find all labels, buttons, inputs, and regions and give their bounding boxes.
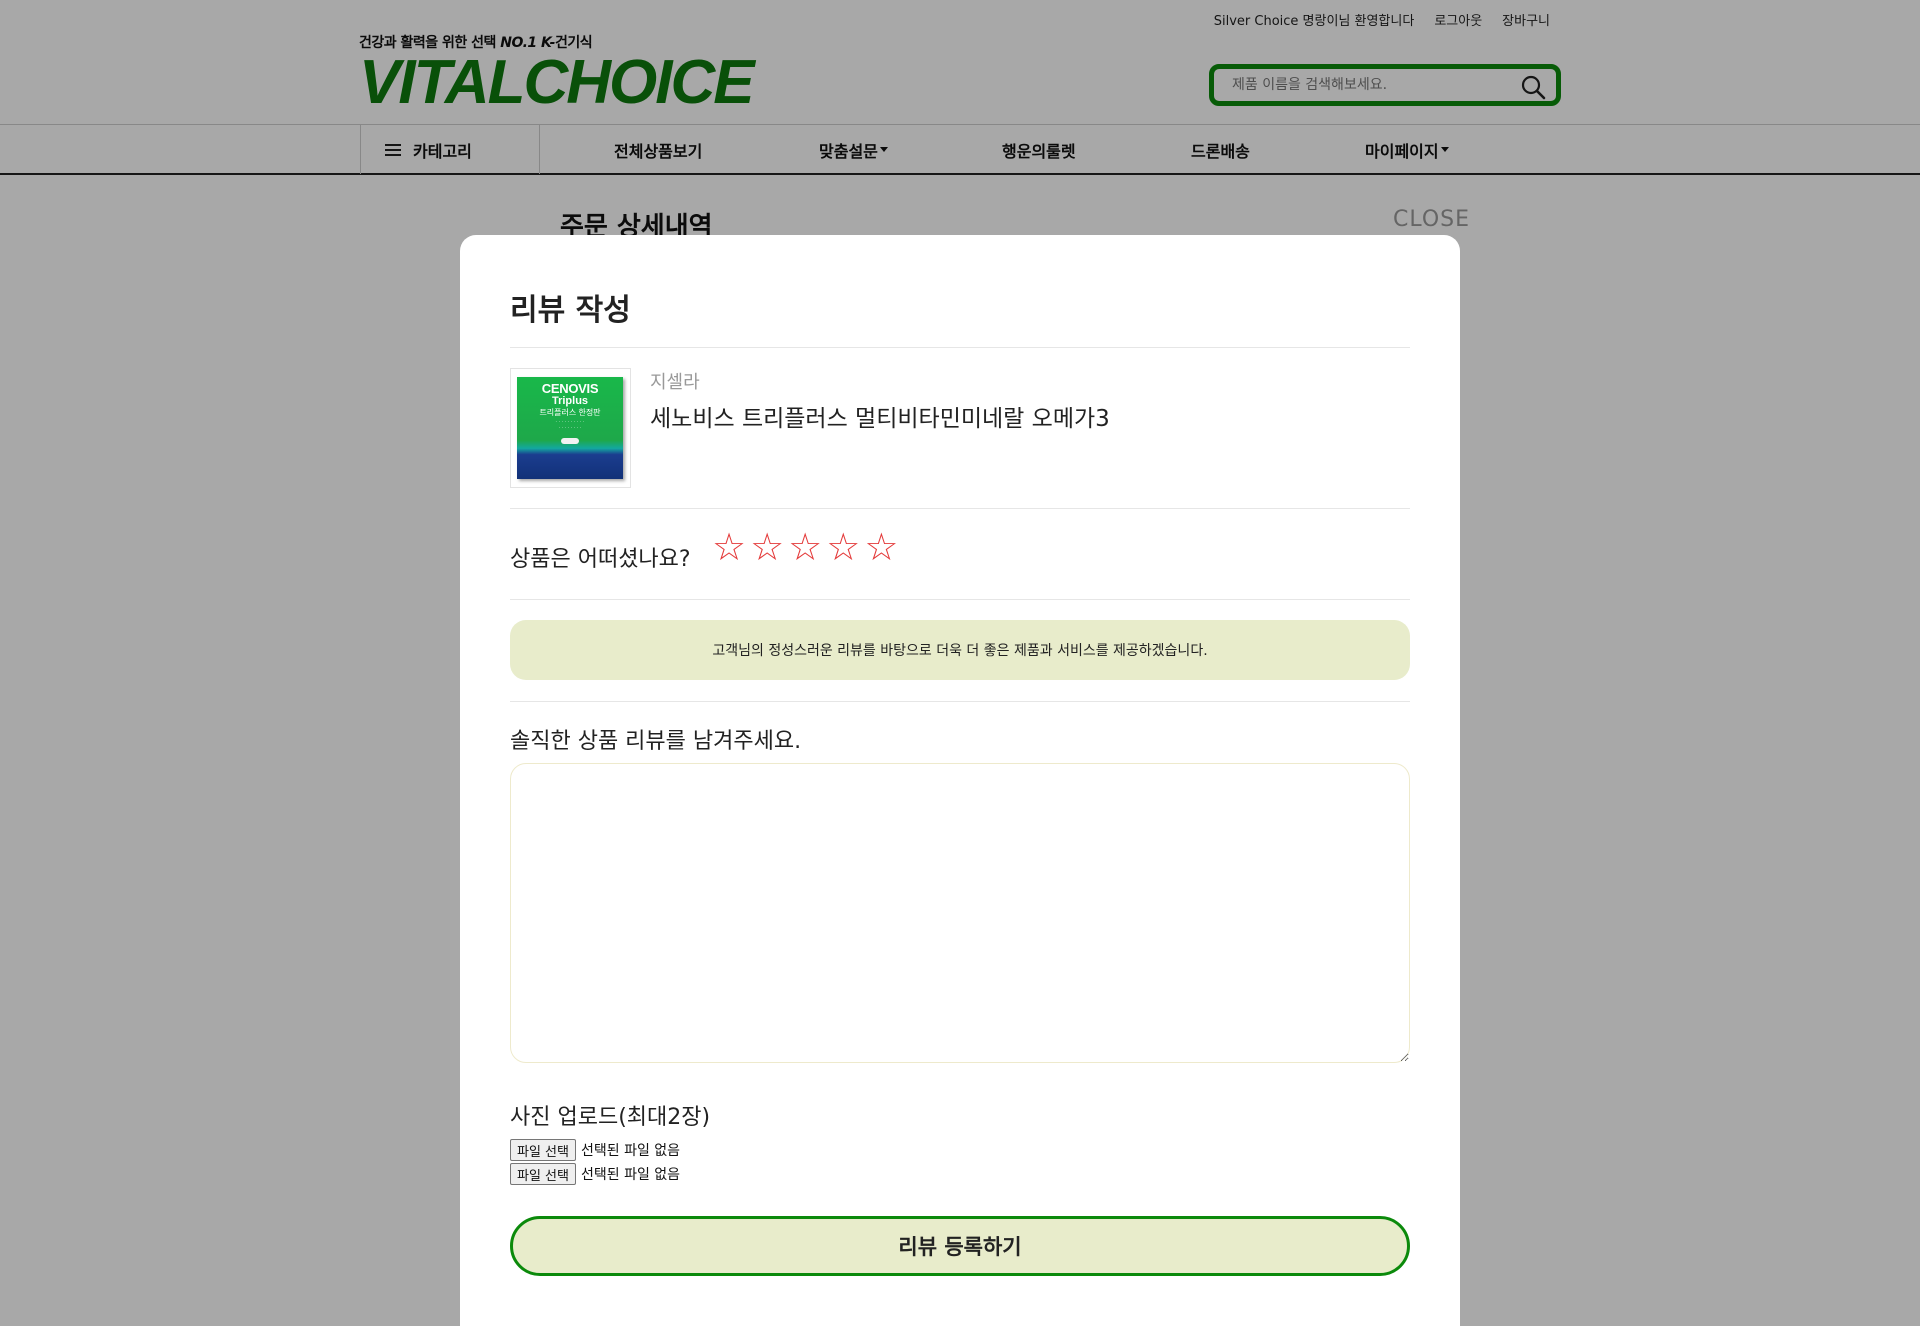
modal-title: 리뷰 작성 xyxy=(510,293,631,328)
star-rating: ☆ ☆ ☆ ☆ ☆ xyxy=(712,528,898,566)
divider xyxy=(510,701,1410,702)
submit-review-button[interactable]: 리뷰 등록하기 xyxy=(510,1216,1410,1276)
file-status: 선택된 파일 없음 xyxy=(580,1143,681,1159)
star-icon-3[interactable]: ☆ xyxy=(788,528,822,566)
file-select-button[interactable]: 파일 선택 xyxy=(510,1163,576,1185)
file-input-1: 파일 선택 선택된 파일 없음 xyxy=(510,1139,680,1161)
divider xyxy=(510,508,1410,509)
product-package: CENOVIS Triplus 트리플러스 한정판 · · · · · · · … xyxy=(517,377,623,479)
file-input-2: 파일 선택 선택된 파일 없음 xyxy=(510,1163,680,1185)
star-icon-4[interactable]: ☆ xyxy=(826,528,860,566)
product-image: CENOVIS Triplus 트리플러스 한정판 · · · · · · · … xyxy=(510,368,631,488)
star-icon-2[interactable]: ☆ xyxy=(750,528,784,566)
product-name: 세노비스 트리플러스 멀티비타민미네랄 오메가3 xyxy=(650,406,1110,432)
review-notice: 고객님의 정성스러운 리뷰를 바탕으로 더욱 더 좋은 제품과 서비스를 제공하… xyxy=(510,620,1410,680)
review-modal: 리뷰 작성 CENOVIS Triplus 트리플러스 한정판 · · · · … xyxy=(460,235,1460,1326)
review-textarea[interactable] xyxy=(510,763,1410,1063)
divider xyxy=(510,347,1410,348)
star-icon-5[interactable]: ☆ xyxy=(864,528,898,566)
divider xyxy=(510,599,1410,600)
star-icon-1[interactable]: ☆ xyxy=(712,528,746,566)
rating-question: 상품은 어떠셨나요? xyxy=(510,547,691,572)
photo-upload-label: 사진 업로드(최대2장) xyxy=(510,1105,711,1130)
file-status: 선택된 파일 없음 xyxy=(580,1167,681,1183)
review-label: 솔직한 상품 리뷰를 남겨주세요. xyxy=(510,729,802,754)
file-select-button[interactable]: 파일 선택 xyxy=(510,1139,576,1161)
product-brand: 지셀라 xyxy=(650,372,700,393)
